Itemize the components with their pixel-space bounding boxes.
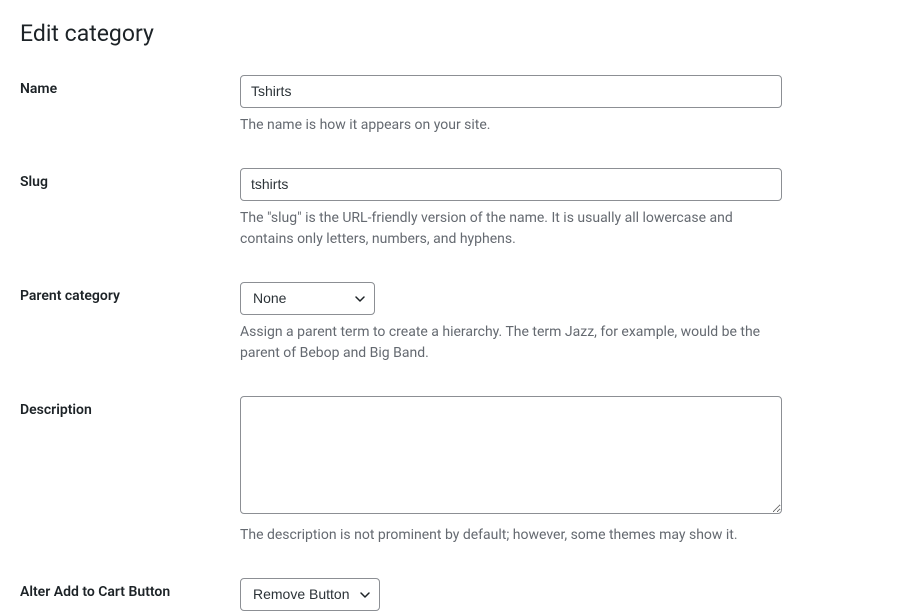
name-help: The name is how it appears on your site. — [240, 115, 782, 136]
description-help: The description is not prominent by defa… — [240, 525, 782, 546]
parent-label: Parent category — [20, 282, 240, 304]
form-row-alter-cart: Alter Add to Cart Button Remove Button — [20, 578, 899, 611]
page-title: Edit category — [20, 20, 899, 47]
description-label: Description — [20, 396, 240, 418]
form-row-description: Description The description is not promi… — [20, 396, 899, 546]
description-textarea[interactable] — [240, 396, 782, 514]
parent-help: Assign a parent term to create a hierarc… — [240, 322, 782, 364]
form-row-slug: Slug The "slug" is the URL-friendly vers… — [20, 168, 899, 250]
slug-input[interactable] — [240, 168, 782, 201]
name-input[interactable] — [240, 75, 782, 108]
alter-cart-label: Alter Add to Cart Button — [20, 578, 240, 600]
parent-select[interactable]: None — [240, 282, 375, 315]
alter-cart-select[interactable]: Remove Button — [240, 578, 380, 611]
name-label: Name — [20, 75, 240, 97]
slug-help: The "slug" is the URL-friendly version o… — [240, 208, 782, 250]
form-row-name: Name The name is how it appears on your … — [20, 75, 899, 136]
form-row-parent: Parent category None Assign a parent ter… — [20, 282, 899, 364]
slug-label: Slug — [20, 168, 240, 190]
